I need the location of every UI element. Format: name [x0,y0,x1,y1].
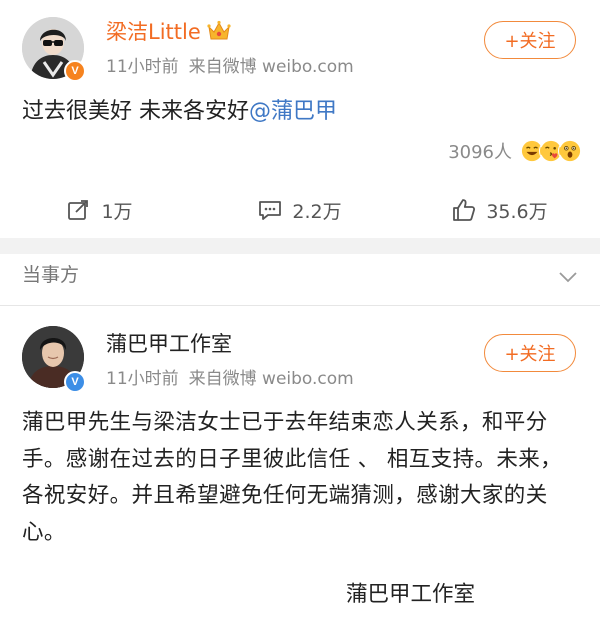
statement-signature: 蒲巴甲工作室 [346,582,476,607]
crown-icon [207,20,231,48]
author-name-text[interactable]: 梁洁Little [106,20,201,44]
comment-icon [259,201,282,220]
post-body: 过去很美好 未来各安好 [22,99,249,124]
reaction-emojis [520,139,582,163]
related-follow-button[interactable]: +关注 [484,334,576,372]
author-name[interactable]: 梁洁Little [106,19,231,48]
follow-button[interactable]: +关注 [484,21,576,59]
verified-badge-icon: V [64,60,86,82]
section-title: 当事方 [22,264,80,286]
post-text: 过去很美好 未来各安好@蒲巴甲 [22,97,337,127]
post-action-bar: 1万 2.2万 35.6万 [0,188,600,232]
related-post-meta: 11小时前 来自微博 weibo.com [106,368,364,390]
divider [0,305,600,306]
chevron-down-icon[interactable] [558,268,578,287]
post-source: 来自微博 weibo.com [188,57,354,77]
repost-count[interactable]: 1万 [101,197,132,224]
thumbs-up-icon [453,199,476,221]
surprised-emoji-icon [558,139,582,163]
like-count[interactable]: 35.6万 [486,197,547,224]
comment-count[interactable]: 2.2万 [292,197,341,224]
weibo-post: V 梁洁Little 11小时前 来自微博 weibo.com +关注 过去很美好… [0,0,600,238]
reaction-count: 3096人 [448,142,512,163]
related-author-name[interactable]: 蒲巴甲工作室 [106,331,232,357]
related-post-time: 11小时前 [106,369,179,389]
comment-button[interactable]: 2.2万 [200,188,400,232]
statement-text: 蒲巴甲先生与梁洁女士已于去年结束恋人关系，和平分手。感谢在过去的日子里彼此信任 … [22,410,563,545]
mention-link[interactable]: @蒲巴甲 [249,99,337,124]
related-follow-button-label[interactable]: +关注 [504,340,555,366]
like-button[interactable]: 35.6万 [400,188,600,232]
repost-button[interactable]: 1万 [0,188,200,232]
reaction-summary[interactable]: 3096人 [448,137,582,165]
post-time: 11小时前 [106,57,179,77]
section-gap [0,238,600,254]
repost-icon [68,200,89,220]
related-post-source: 来自微博 weibo.com [188,369,354,389]
verified-badge-icon: V [64,371,86,393]
follow-button-label[interactable]: +关注 [504,27,555,53]
post-meta: 11小时前 来自微博 weibo.com [106,56,364,78]
